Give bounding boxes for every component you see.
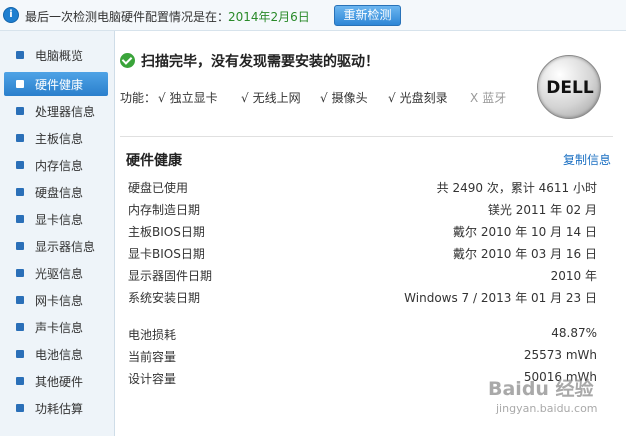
sidebar-item-label: 显卡信息 bbox=[35, 213, 84, 227]
dell-logo: DELL bbox=[537, 55, 601, 119]
info-value: Windows 7 / 2013 年 01 月 23 日 bbox=[404, 291, 597, 305]
square-bullet-icon bbox=[16, 80, 24, 88]
info-value: 戴尔 2010 年 03 月 16 日 bbox=[453, 247, 597, 261]
battery-label: 当前容量 bbox=[128, 350, 177, 364]
features-label: 功能： bbox=[120, 91, 157, 105]
sidebar-item-label: 网卡信息 bbox=[35, 294, 84, 308]
square-bullet-icon bbox=[16, 161, 24, 169]
info-label: 主板BIOS日期 bbox=[128, 225, 205, 239]
feature-item: √ 摄像头 bbox=[320, 91, 368, 105]
sidebar-item-monitor[interactable]: 显示器信息 bbox=[4, 234, 108, 258]
info-label: 显示器固件日期 bbox=[128, 269, 213, 283]
last-check-text: 最后一次检测电脑硬件配置情况是在： bbox=[25, 10, 230, 24]
feature-item: X 蓝牙 bbox=[470, 91, 507, 105]
watermark-text: Baidu 经验 bbox=[488, 378, 594, 400]
sidebar-item-label: 主板信息 bbox=[35, 132, 84, 146]
feature-item: √ 无线上网 bbox=[241, 91, 301, 105]
sidebar-item-label: 声卡信息 bbox=[35, 321, 84, 335]
battery-value: 25573 mWh bbox=[523, 348, 597, 362]
sidebar: 电脑概览 硬件健康 处理器信息 主板信息 内存信息 硬盘信息 显卡信息 显示器信… bbox=[0, 31, 115, 436]
square-bullet-icon bbox=[16, 377, 24, 385]
sidebar-item-cpu[interactable]: 处理器信息 bbox=[4, 99, 108, 123]
info-label: 系统安装日期 bbox=[128, 291, 201, 305]
section-title: 硬件健康 bbox=[126, 153, 182, 169]
battery-value: 48.87% bbox=[551, 326, 597, 340]
info-label: 硬盘已使用 bbox=[128, 181, 189, 195]
sidebar-item-label: 电池信息 bbox=[35, 348, 84, 362]
square-bullet-icon bbox=[16, 404, 24, 412]
info-value: 镁光 2011 年 02 月 bbox=[487, 203, 597, 217]
top-status-bar: 最后一次检测电脑硬件配置情况是在： 2014年2月6日 重新检测 bbox=[0, 0, 626, 31]
info-label: 内存制造日期 bbox=[128, 203, 201, 217]
sidebar-item-power-estimate[interactable]: 功耗估算 bbox=[4, 396, 108, 420]
square-bullet-icon bbox=[16, 215, 24, 223]
sidebar-item-label: 处理器信息 bbox=[35, 105, 96, 119]
sidebar-item-network[interactable]: 网卡信息 bbox=[4, 288, 108, 312]
divider bbox=[120, 136, 613, 137]
battery-label: 设计容量 bbox=[128, 372, 177, 386]
copy-info-link[interactable]: 复制信息 bbox=[563, 151, 611, 168]
square-bullet-icon bbox=[16, 188, 24, 196]
info-icon bbox=[3, 7, 19, 23]
info-value: 2010 年 bbox=[550, 269, 597, 283]
last-check-date: 2014年2月6日 bbox=[228, 10, 310, 24]
feature-item: √ 光盘刻录 bbox=[388, 91, 448, 105]
square-bullet-icon bbox=[16, 323, 24, 331]
sidebar-item-label: 硬件健康 bbox=[35, 78, 84, 92]
battery-label: 电池损耗 bbox=[128, 328, 177, 342]
info-value: 共 2490 次，累计 4611 小时 bbox=[436, 181, 597, 195]
sidebar-item-hardware-health[interactable]: 硬件健康 bbox=[4, 72, 108, 96]
info-value: 戴尔 2010 年 10 月 14 日 bbox=[453, 225, 597, 239]
square-bullet-icon bbox=[16, 269, 24, 277]
check-circle-icon bbox=[120, 53, 135, 68]
feature-item: √ 独立显卡 bbox=[158, 91, 218, 105]
sidebar-item-other-hardware[interactable]: 其他硬件 bbox=[4, 369, 108, 393]
square-bullet-icon bbox=[16, 296, 24, 304]
square-bullet-icon bbox=[16, 107, 24, 115]
sidebar-item-graphics[interactable]: 显卡信息 bbox=[4, 207, 108, 231]
logo-text: DELL bbox=[546, 78, 594, 98]
sidebar-item-label: 其他硬件 bbox=[35, 375, 84, 389]
sidebar-item-label: 光驱信息 bbox=[35, 267, 84, 281]
sidebar-item-battery[interactable]: 电池信息 bbox=[4, 342, 108, 366]
sidebar-item-memory[interactable]: 内存信息 bbox=[4, 153, 108, 177]
square-bullet-icon bbox=[16, 242, 24, 250]
sidebar-item-label: 电脑概览 bbox=[35, 49, 84, 63]
sidebar-item-label: 硬盘信息 bbox=[35, 186, 84, 200]
sidebar-item-overview[interactable]: 电脑概览 bbox=[4, 43, 108, 67]
sidebar-item-optical-drive[interactable]: 光驱信息 bbox=[4, 261, 108, 285]
sidebar-item-label: 显示器信息 bbox=[35, 240, 96, 254]
sidebar-item-motherboard[interactable]: 主板信息 bbox=[4, 126, 108, 150]
scan-result-title: 扫描完毕，没有发现需要安装的驱动！ bbox=[141, 54, 379, 70]
square-bullet-icon bbox=[16, 51, 24, 59]
sidebar-item-audio[interactable]: 声卡信息 bbox=[4, 315, 108, 339]
square-bullet-icon bbox=[16, 350, 24, 358]
recheck-button[interactable]: 重新检测 bbox=[334, 5, 401, 26]
square-bullet-icon bbox=[16, 134, 24, 142]
info-label: 显卡BIOS日期 bbox=[128, 247, 205, 261]
watermark-url: jingyan.baidu.com bbox=[496, 402, 598, 415]
sidebar-item-label: 内存信息 bbox=[35, 159, 84, 173]
sidebar-item-label: 功耗估算 bbox=[35, 402, 84, 416]
sidebar-item-disk[interactable]: 硬盘信息 bbox=[4, 180, 108, 204]
